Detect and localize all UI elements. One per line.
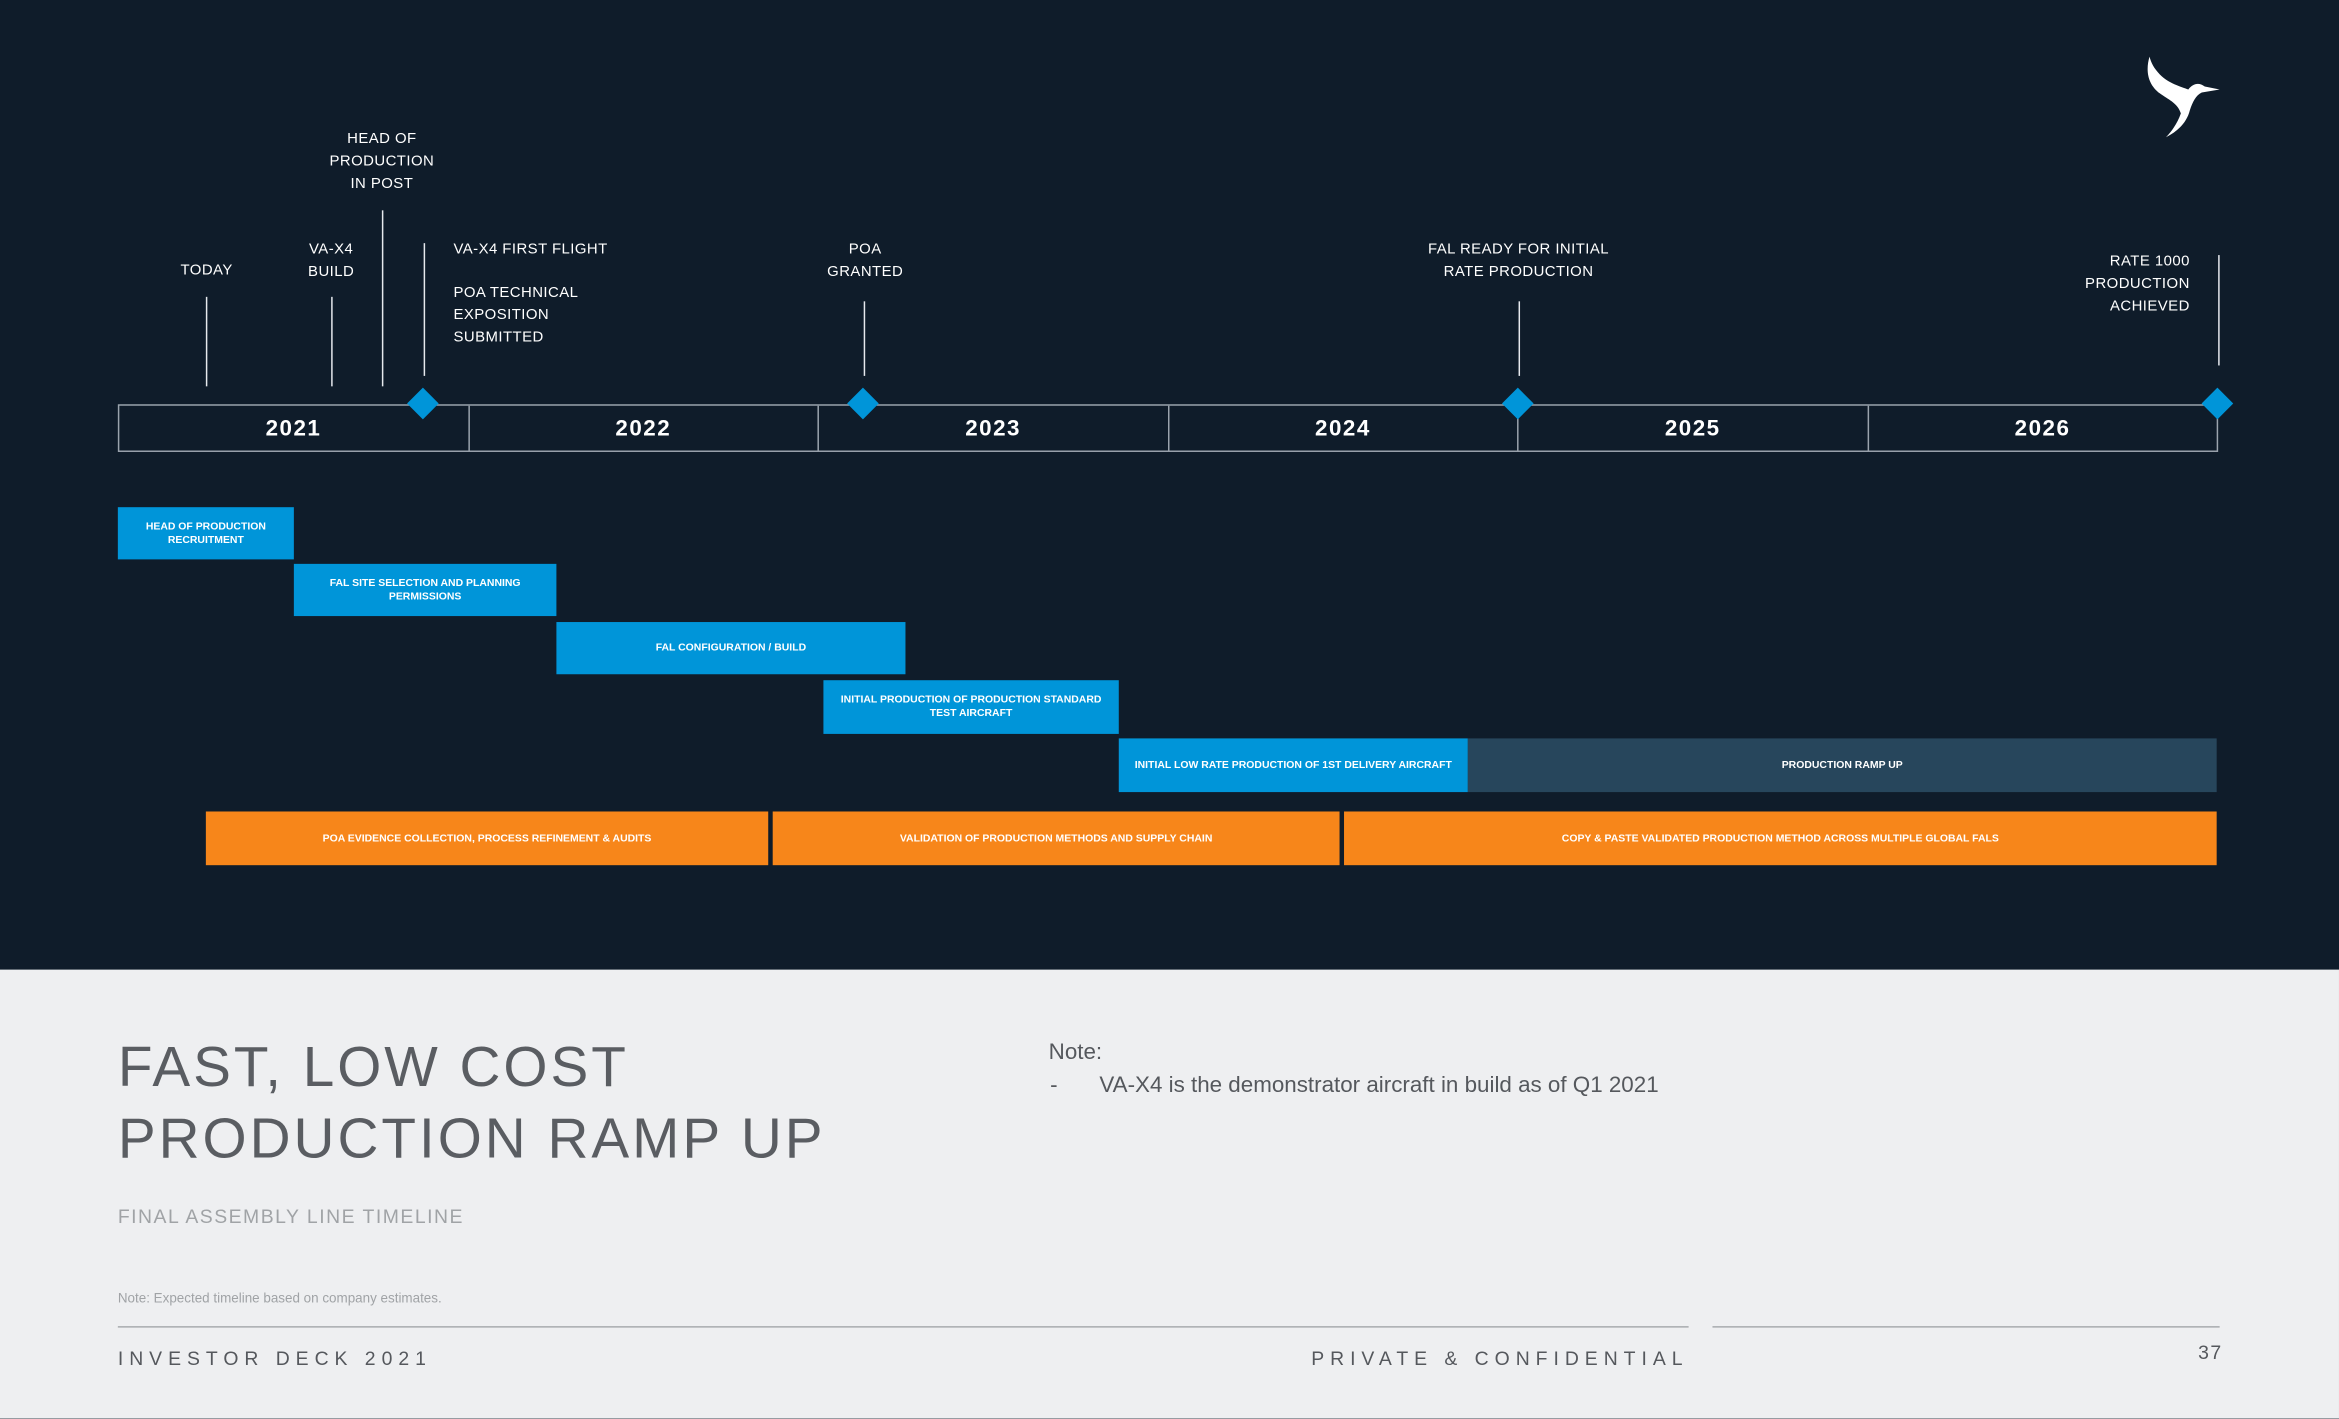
bar-ramp-up: PRODUCTION RAMP UP — [1467, 738, 2217, 793]
milestone-first-flight: VA-X4 FIRST FLIGHT POA TECHNICAL EXPOSIT… — [453, 239, 607, 349]
note-heading: Note: — [1048, 1039, 1103, 1066]
title-line: PRODUCTION RAMP UP — [117, 1108, 826, 1171]
milestone-label: PRODUCTION — [329, 153, 435, 171]
milestone-label: GRANTED — [827, 264, 904, 281]
milestone-line — [205, 296, 208, 387]
divider — [1712, 1326, 2220, 1328]
title-line: FAST, LOW COST — [117, 1036, 629, 1100]
year-2022: 2022 — [469, 405, 819, 451]
milestone-label: IN POST — [350, 176, 414, 193]
year-axis: 2021 2022 2023 2024 2025 2026 — [117, 404, 2219, 452]
milestone-line — [331, 296, 333, 387]
milestone-line — [863, 301, 866, 376]
subtitle: FINAL ASSEMBLY LINE TIMELINE — [117, 1205, 464, 1228]
note-dash: - — [1050, 1072, 1058, 1098]
timeline-panel: TODAY VA-X4 BUILD HEAD OF PRODUCTION IN … — [0, 0, 2339, 970]
bar-head-recruitment: HEAD OF PRODUCTION RECRUITMENT — [117, 507, 294, 560]
milestone-label: VA-X4 — [309, 241, 354, 259]
milestone-label: PRODUCTION — [2085, 275, 2190, 293]
milestone-label: POA — [848, 241, 882, 259]
milestone-label: TODAY — [180, 262, 233, 279]
milestone-fal-ready: FAL READY FOR INITIAL RATE PRODUCTION — [1399, 239, 1638, 284]
year-2026: 2026 — [2014, 415, 2071, 441]
milestone-label: SUBMITTED — [453, 329, 544, 347]
bar-fal-site: FAL SITE SELECTION AND PLANNING PERMISSI… — [293, 563, 557, 617]
page-title: FAST, LOW COST PRODUCTION RAMP UP — [118, 1032, 826, 1175]
milestone-label: RATE PRODUCTION — [1443, 264, 1594, 281]
bird-logo-icon — [2147, 56, 2220, 138]
bar-validation: VALIDATION OF PRODUCTION METHODS AND SUP… — [772, 811, 1340, 866]
milestone-label: FAL READY FOR INITIAL — [1428, 241, 1610, 259]
milestone-vax4-build: VA-X4 BUILD — [298, 239, 364, 284]
bar-fal-config: FAL CONFIGURATION / BUILD — [556, 622, 906, 675]
bar-initial-test: INITIAL PRODUCTION OF PRODUCTION STANDAR… — [823, 680, 1119, 734]
milestone-rate-1000: RATE 1000 PRODUCTION ACHIEVED — [2041, 251, 2190, 318]
note-text: VA-X4 is the demonstrator aircraft in bu… — [1099, 1072, 1659, 1098]
bar-low-rate: INITIAL LOW RATE PRODUCTION OF 1ST DELIV… — [1118, 738, 1468, 793]
divider — [117, 1326, 1689, 1328]
milestone-today: TODAY — [180, 260, 232, 282]
milestone-label: ACHIEVED — [2109, 298, 2190, 315]
milestone-line — [1518, 301, 1521, 376]
milestone-label: VA-X4 FIRST FLIGHT — [453, 241, 608, 259]
milestone-label: HEAD OF — [347, 131, 417, 148]
footnote: Note: Expected timeline based on company… — [117, 1290, 442, 1306]
page-number: 37 — [2198, 1341, 2223, 1364]
bar-poa-evidence: POA EVIDENCE COLLECTION, PROCESS REFINEM… — [205, 811, 769, 866]
milestone-head-in-post: HEAD OF PRODUCTION IN POST — [322, 128, 441, 195]
milestone-line — [2218, 255, 2220, 366]
year-2024: 2024 — [1169, 405, 1519, 451]
milestone-label: POA TECHNICAL — [453, 284, 579, 302]
bar-copy-paste: COPY & PASTE VALIDATED PRODUCTION METHOD… — [1344, 811, 2217, 866]
milestone-label: EXPOSITION — [453, 307, 550, 324]
milestone-line — [381, 210, 384, 387]
milestone-line — [423, 243, 426, 376]
year-2025: 2025 — [1519, 405, 1869, 451]
footer-left: INVESTOR DECK 2021 — [117, 1347, 432, 1370]
milestone-poa-granted: POA GRANTED — [806, 239, 925, 284]
year-2023: 2023 — [819, 405, 1169, 451]
footer-right: PRIVATE & CONFIDENTIAL — [1311, 1347, 1689, 1370]
milestone-label: BUILD — [308, 264, 355, 281]
milestone-label: RATE 1000 — [2109, 253, 2190, 270]
